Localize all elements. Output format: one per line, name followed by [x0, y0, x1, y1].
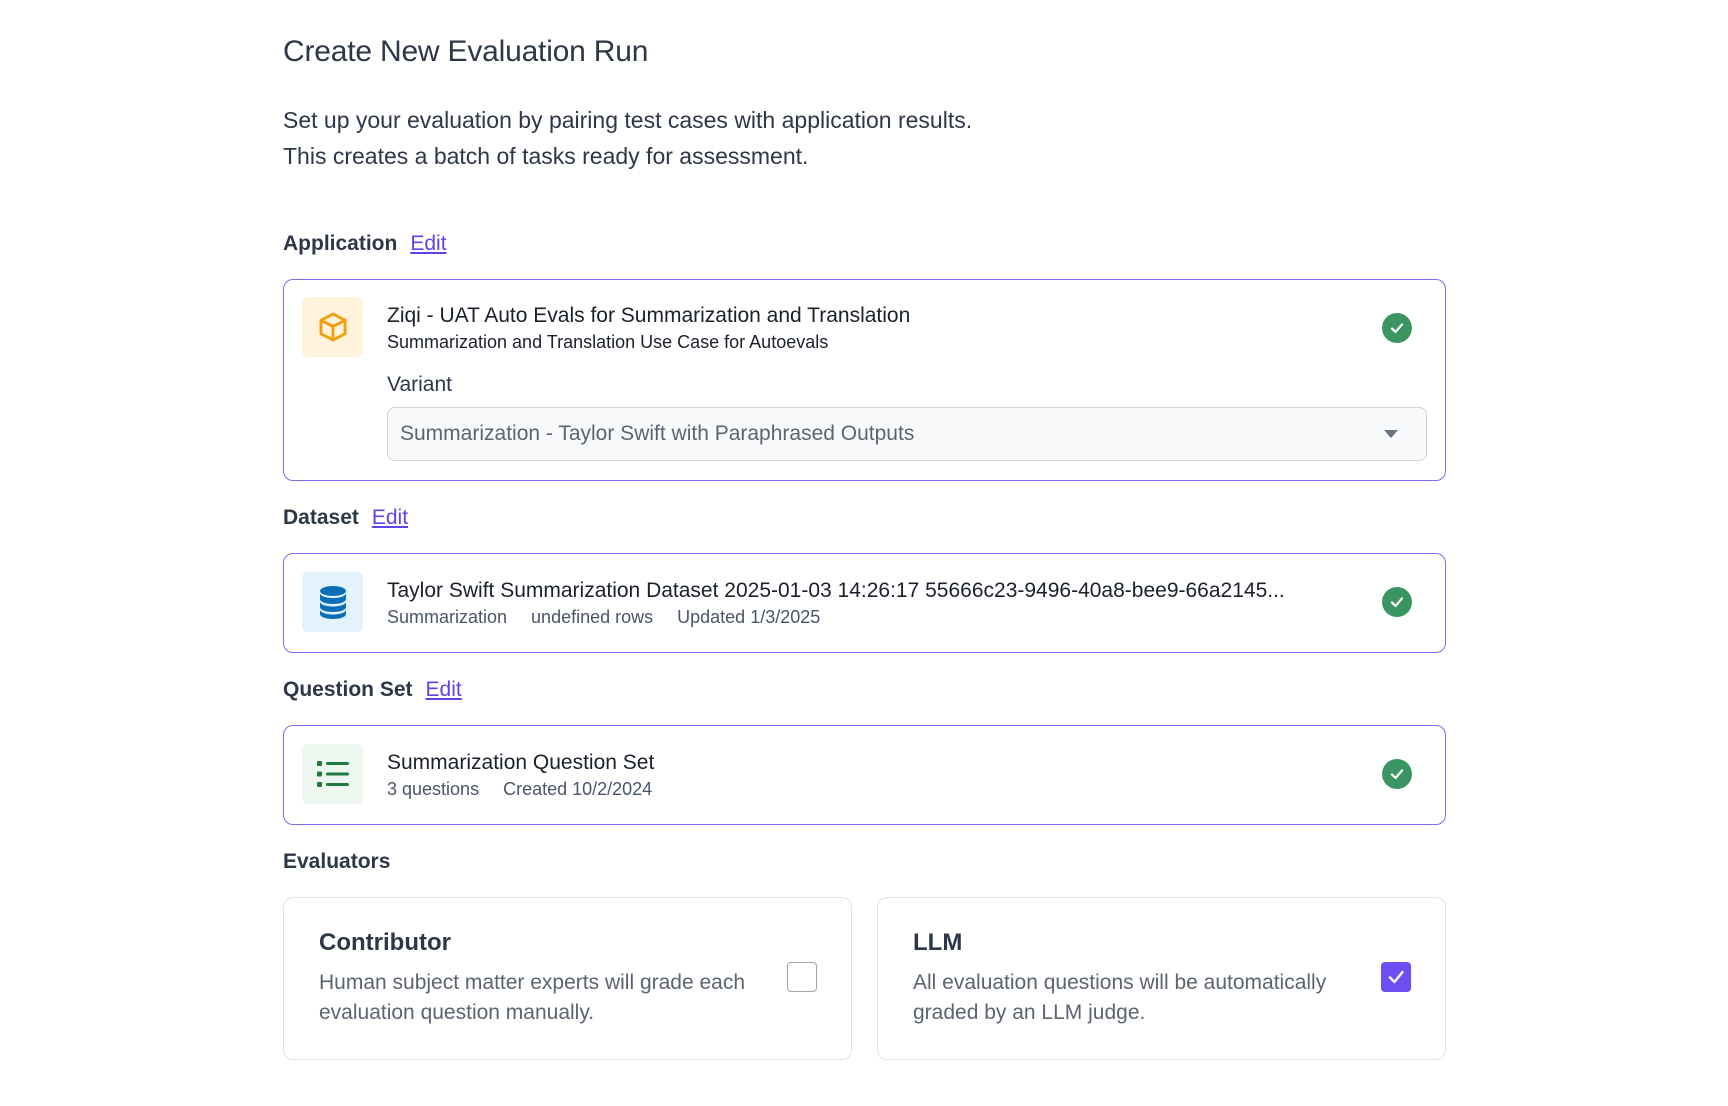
evaluators-section-label: Evaluators — [283, 847, 1446, 877]
dataset-updated: Updated 1/3/2025 — [677, 607, 821, 627]
cube-icon — [302, 297, 363, 357]
contributor-evaluator-card[interactable]: Contributor Human subject matter experts… — [283, 897, 852, 1060]
dataset-text: Taylor Swift Summarization Dataset 2025-… — [387, 577, 1345, 629]
dataset-section-label: Dataset Edit — [283, 503, 1446, 533]
page: Create New Evaluation Run Set up your ev… — [0, 0, 1728, 1106]
variant-selected-value: Summarization - Taylor Swift with Paraph… — [400, 422, 915, 445]
check-circle-icon — [1382, 313, 1412, 343]
evaluators-row: Contributor Human subject matter experts… — [283, 897, 1446, 1060]
question-set-title: Summarization Question Set — [387, 751, 655, 774]
question-set-count: 3 questions — [387, 779, 480, 799]
question-set-section-label: Question Set Edit — [283, 675, 1446, 705]
application-title: Ziqi - UAT Auto Evals for Summarization … — [387, 304, 911, 327]
variant-label: Variant — [387, 373, 452, 396]
question-set-text: Summarization Question Set 3 questions C… — [387, 749, 1345, 801]
evaluators-label: Evaluators — [283, 850, 391, 873]
application-text: Ziqi - UAT Auto Evals for Summarization … — [387, 302, 1345, 354]
question-set-meta: 3 questions Created 10/2/2024 — [387, 777, 1345, 801]
dataset-meta: Summarization undefined rows Updated 1/3… — [387, 605, 1345, 629]
question-set-created: Created 10/2/2024 — [503, 779, 653, 799]
llm-description: All evaluation questions will be automat… — [913, 971, 1327, 1024]
llm-evaluator-card[interactable]: LLM All evaluation questions will be aut… — [877, 897, 1446, 1060]
contributor-title: Contributor — [319, 929, 451, 956]
application-section-label: Application Edit — [283, 229, 1446, 259]
question-set-card[interactable]: Summarization Question Set 3 questions C… — [283, 725, 1446, 825]
check-circle-icon — [1382, 759, 1412, 789]
llm-checkbox[interactable] — [1381, 962, 1411, 992]
variant-select[interactable]: Summarization - Taylor Swift with Paraph… — [387, 407, 1427, 461]
application-card[interactable]: Ziqi - UAT Auto Evals for Summarization … — [283, 279, 1446, 481]
llm-title: LLM — [913, 929, 963, 956]
page-title: Create New Evaluation Run — [283, 35, 649, 68]
contributor-description: Human subject matter experts will grade … — [319, 971, 746, 1024]
application-label: Application — [283, 232, 398, 255]
list-icon — [302, 744, 363, 804]
checkmark-icon — [1388, 970, 1404, 984]
intro-line-2: This creates a batch of tasks ready for … — [283, 143, 809, 169]
intro-line-1: Set up your evaluation by pairing test c… — [283, 107, 973, 133]
caret-down-icon — [1384, 430, 1398, 438]
contributor-checkbox[interactable] — [787, 962, 817, 992]
question-set-edit-link[interactable]: Edit — [426, 678, 462, 702]
main-content: Create New Evaluation Run Set up your ev… — [283, 30, 1446, 1060]
question-set-label: Question Set — [283, 678, 413, 701]
database-icon — [302, 572, 363, 632]
dataset-rows: undefined rows — [531, 607, 654, 627]
dataset-edit-link[interactable]: Edit — [372, 506, 408, 530]
dataset-card[interactable]: Taylor Swift Summarization Dataset 2025-… — [283, 553, 1446, 653]
dataset-type: Summarization — [387, 607, 508, 627]
dataset-label: Dataset — [283, 506, 359, 529]
dataset-title: Taylor Swift Summarization Dataset 2025-… — [387, 579, 1285, 602]
application-edit-link[interactable]: Edit — [410, 232, 446, 256]
application-subtitle: Summarization and Translation Use Case f… — [387, 332, 829, 352]
check-circle-icon — [1382, 587, 1412, 617]
page-intro: Set up your evaluation by pairing test c… — [283, 102, 1446, 174]
